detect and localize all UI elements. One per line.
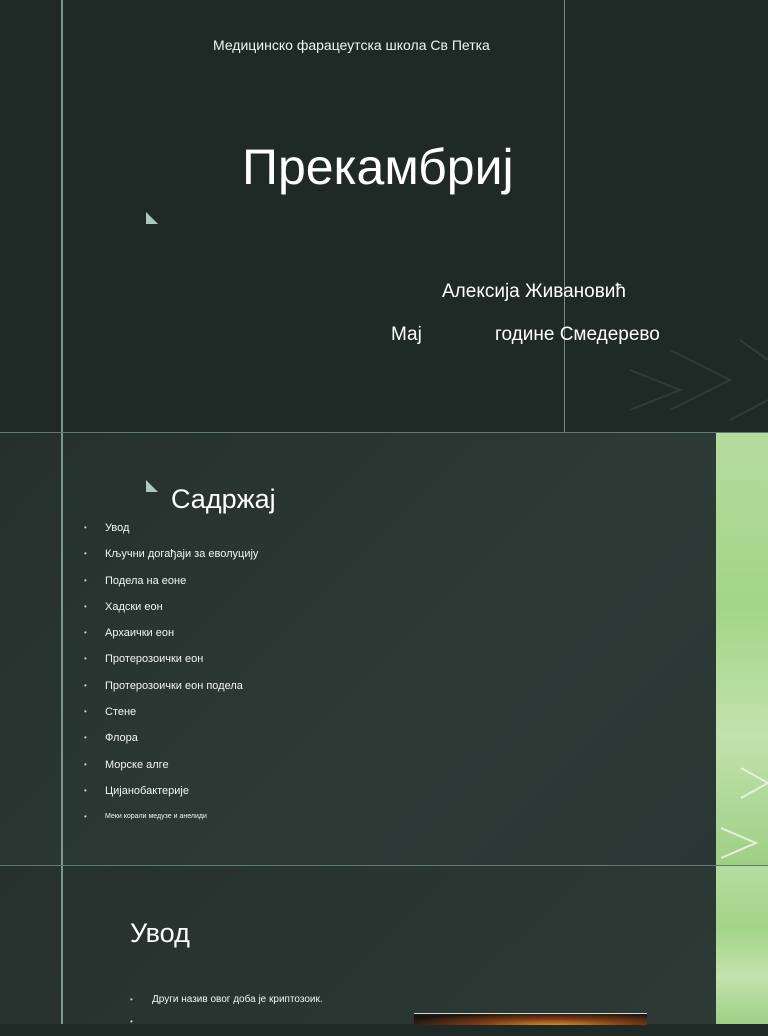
contents-heading: Садржај: [171, 484, 276, 514]
chevron-decoration-icon: [629, 339, 768, 421]
list-item: • Морске алге: [84, 755, 258, 781]
green-side-strip: [716, 433, 768, 865]
bullet-icon: •: [84, 759, 87, 769]
list-item: • Флора: [84, 728, 258, 754]
list-item: • Цијанобактерије: [84, 781, 258, 807]
date-month: Мај: [391, 324, 422, 345]
left-accent-line: [61, 0, 63, 432]
intro-bullet-list: • Други назив овог доба је криптозоик. •: [130, 992, 323, 1036]
list-item: •: [130, 1014, 323, 1036]
list-item: • Архаички еон: [84, 623, 258, 649]
intro-slide: [0, 866, 768, 1024]
list-item: • Протерозоички еон подела: [84, 676, 258, 702]
bullet-icon: •: [84, 549, 87, 559]
right-accent-line: [564, 0, 565, 432]
school-name: Медицинско фарацеутска школа Св Петка: [213, 37, 490, 53]
left-accent-line: [61, 866, 63, 1024]
list-item: • Стене: [84, 702, 258, 728]
list-item: • Протерозоички еон: [84, 649, 258, 675]
bullet-icon: •: [130, 1017, 133, 1026]
title-slide: Медицинско фарацеутска школа Св Петка Пр…: [0, 0, 768, 432]
bullet-icon: •: [84, 707, 87, 717]
triangle-accent-icon: [146, 212, 158, 224]
bullet-icon: •: [84, 785, 87, 795]
list-item: • Подела на еоне: [84, 571, 258, 597]
triangle-accent-icon: [146, 480, 158, 492]
bullet-icon: •: [84, 523, 87, 532]
bullet-icon: •: [84, 601, 87, 611]
cosmic-image: [414, 1013, 647, 1025]
left-accent-line: [61, 433, 63, 865]
bullet-icon: •: [84, 628, 87, 638]
intro-heading: Увод: [130, 918, 190, 948]
list-item: • Увод: [84, 518, 258, 544]
bullet-icon: •: [130, 995, 133, 1004]
list-item: • Хадски еон: [84, 597, 258, 623]
bullet-icon: •: [84, 733, 87, 743]
green-side-strip: [716, 866, 768, 1024]
bullet-icon: •: [84, 812, 87, 822]
contents-list: • Увод • Кључни догађаји за еволуцију • Под…: [84, 518, 258, 834]
list-item: • Меки корали медузе и анелиди: [84, 807, 258, 833]
bullet-icon: •: [84, 575, 87, 585]
bullet-icon: •: [84, 654, 87, 664]
bullet-icon: •: [84, 680, 87, 690]
presentation-title: Прекамбриј: [242, 139, 514, 195]
chevron-decoration-icon: [720, 767, 768, 859]
author-name: Алексија Живановић: [442, 281, 626, 302]
list-item: • Други назив овог доба је криптозоик.: [130, 992, 323, 1014]
list-item: • Кључни догађаји за еволуцију: [84, 544, 258, 570]
